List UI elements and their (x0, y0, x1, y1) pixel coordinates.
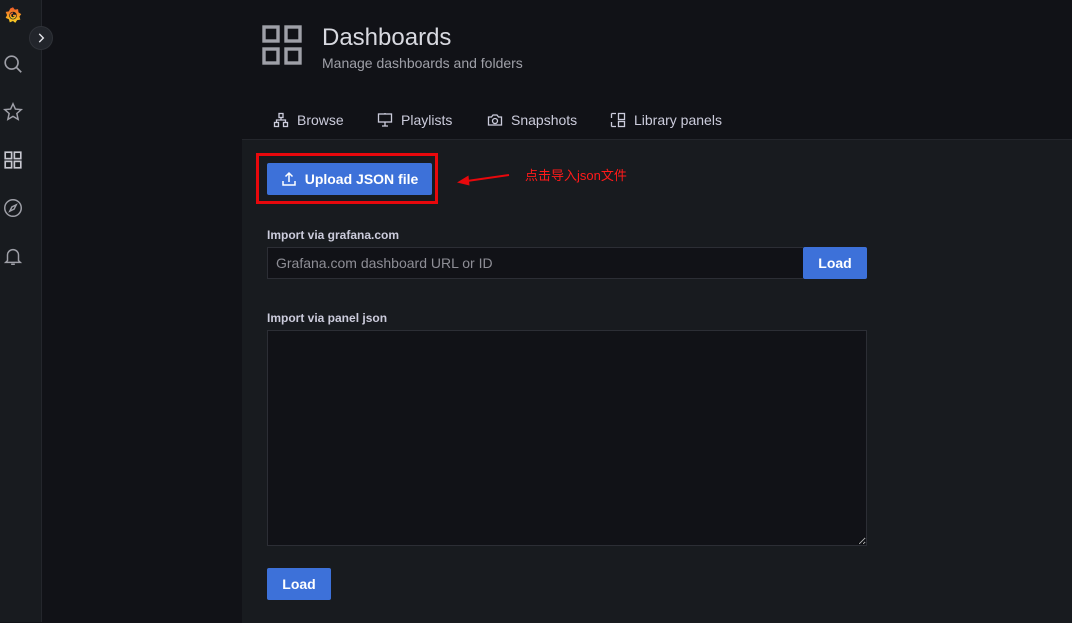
apps-icon[interactable] (0, 147, 26, 173)
tab-snapshots[interactable]: Snapshots (487, 110, 577, 130)
star-icon[interactable] (0, 99, 26, 125)
tab-playlists[interactable]: Playlists (377, 110, 452, 130)
library-panel-icon (610, 112, 626, 128)
tab-browse-label: Browse (297, 112, 344, 128)
grafana-load-button[interactable]: Load (803, 247, 867, 279)
search-icon[interactable] (0, 51, 26, 77)
grafana-import-label: Import via grafana.com (267, 228, 400, 242)
panel-json-load-button[interactable]: Load (267, 568, 331, 600)
sidebar-expand-button[interactable] (29, 26, 53, 50)
bell-icon[interactable] (0, 243, 26, 269)
page-subtitle: Manage dashboards and folders (322, 55, 523, 71)
tab-snapshots-label: Snapshots (511, 112, 578, 128)
grafana-logo-icon[interactable] (0, 3, 26, 29)
chevron-right-icon (38, 33, 45, 43)
sitemap-icon (273, 112, 289, 128)
sidebar (0, 0, 42, 622)
tab-playlists-label: Playlists (401, 112, 453, 128)
page-title: Dashboards (322, 24, 452, 51)
compass-icon[interactable] (0, 195, 26, 221)
presentation-icon (377, 113, 393, 127)
tab-library-panels[interactable]: Library panels (610, 110, 722, 130)
camera-icon (487, 114, 503, 126)
annotation-arrow (457, 174, 510, 186)
panel-json-textarea[interactable] (267, 330, 867, 546)
tab-browse[interactable]: Browse (273, 110, 344, 130)
upload-icon (281, 171, 296, 186)
tab-library-panels-label: Library panels (634, 112, 722, 128)
upload-json-label: Upload JSON file (304, 171, 419, 187)
upload-json-button[interactable]: Upload JSON file (267, 163, 432, 195)
annotation-text: 点击导入json文件 (525, 168, 627, 183)
panel-json-label: Import via panel json (267, 311, 388, 325)
dashboards-icon (262, 25, 302, 65)
grafana-url-input[interactable] (267, 247, 803, 279)
